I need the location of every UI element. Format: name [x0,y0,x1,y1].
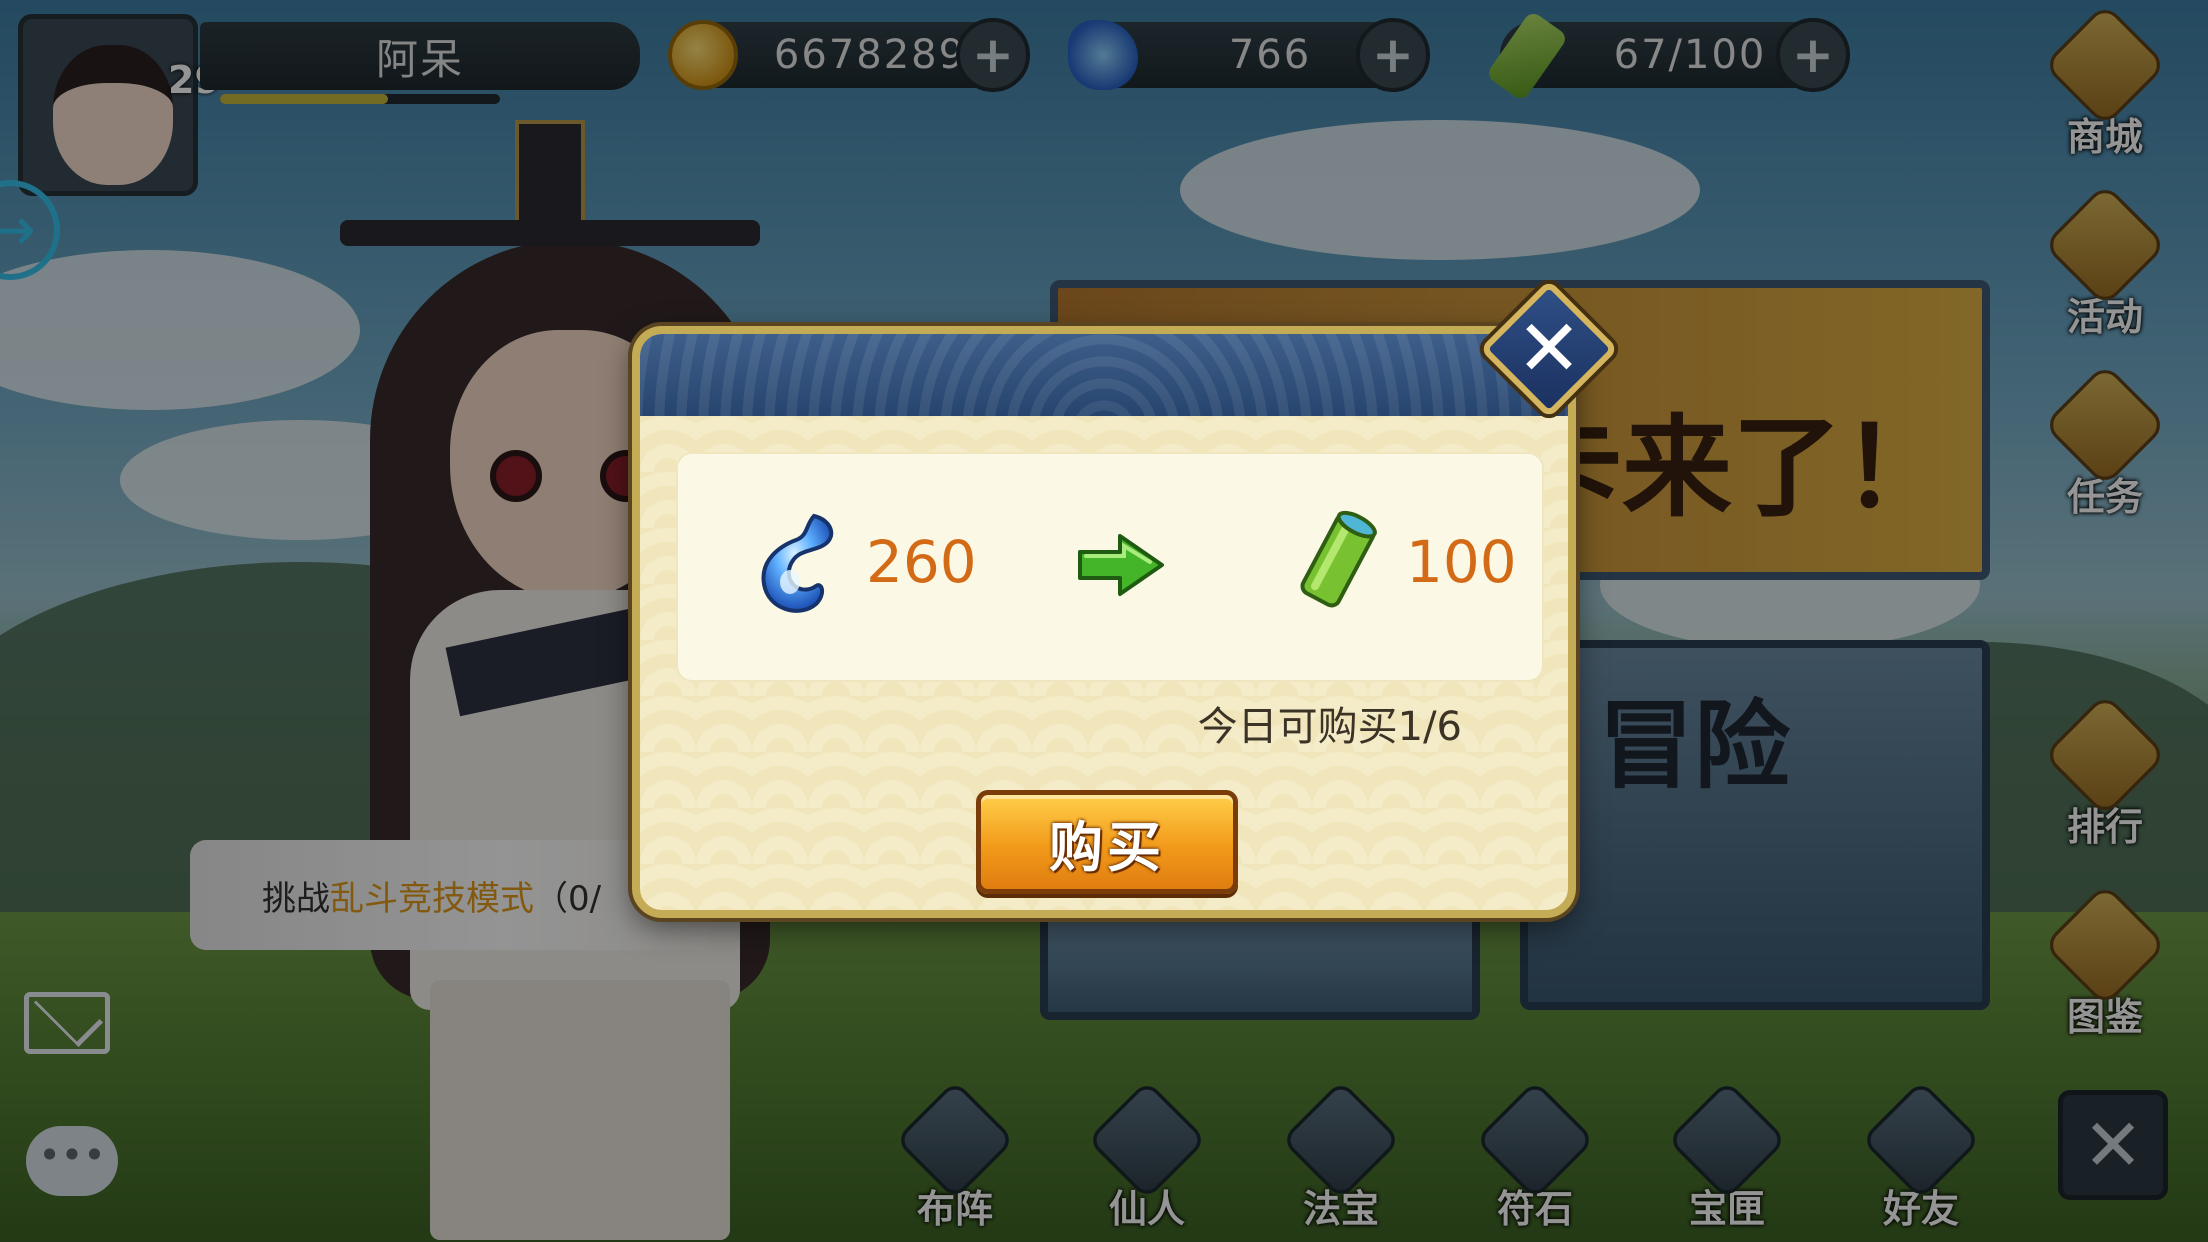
buy-button-label: 购买 [1049,815,1165,879]
cost-value: 260 [866,528,977,596]
buy-button[interactable]: 购买 [976,790,1238,894]
close-button[interactable]: ✕ [1479,279,1619,419]
green-arrow-icon [1078,534,1164,596]
gain-value: 100 [1406,528,1517,596]
daily-limit-text: 今日可购买1/6 [1197,704,1462,750]
dialog-header [640,334,1568,416]
purchase-dialog: 260 100 今日可购买1/6 购买 ✕ [632,279,1619,918]
bamboo-scroll-icon [1300,510,1377,608]
jade-icon [761,513,834,613]
close-icon: ✕ [1516,304,1582,394]
exchange-panel: 260 100 [676,452,1544,682]
